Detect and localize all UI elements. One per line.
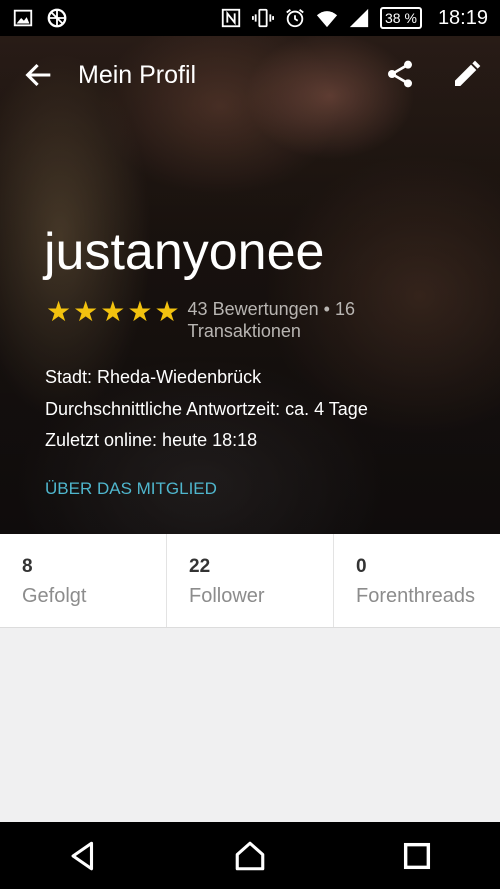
battery-indicator: 38 % — [380, 7, 422, 29]
rating-stars: ★ ★ ★ ★ ★ — [46, 298, 180, 342]
status-bar: 38 % 18:19 — [0, 0, 500, 36]
stat-followers[interactable]: 22 Follower — [166, 534, 333, 627]
stat-forum-threads[interactable]: 0 Forenthreads — [333, 534, 500, 627]
nav-back-icon[interactable] — [66, 839, 100, 873]
page-title: Mein Profil — [78, 61, 197, 89]
stats-row: 8 Gefolgt 22 Follower 0 Forenthreads — [0, 534, 500, 628]
star-icon: ★ — [127, 296, 153, 327]
rating-summary: 43 Bewertungen • 16 Transaktionen — [187, 299, 355, 341]
signal-icon — [349, 8, 369, 28]
wifi-icon — [316, 11, 338, 28]
vpn-icon — [47, 8, 67, 28]
last-online-info: Zuletzt online: heute 18:18 — [45, 430, 258, 450]
stat-label: Gefolgt — [22, 585, 87, 607]
star-icon: ★ — [100, 296, 126, 327]
image-icon — [13, 9, 33, 27]
stat-following[interactable]: 8 Gefolgt — [0, 534, 166, 627]
nfc-icon — [221, 8, 241, 28]
alarm-icon — [286, 9, 304, 28]
star-icon: ★ — [154, 296, 180, 327]
clock: 18:19 — [437, 6, 488, 29]
nav-home-icon[interactable] — [233, 839, 267, 873]
vibrate-icon — [252, 8, 275, 28]
arrow-back-icon[interactable] — [22, 58, 56, 92]
edit-pencil-icon[interactable] — [451, 58, 483, 90]
star-icon: ★ — [46, 296, 72, 327]
username: justanyonee — [44, 223, 325, 281]
star-icon: ★ — [73, 296, 99, 327]
navigation-bar — [0, 822, 500, 889]
stat-count: 22 — [189, 556, 211, 577]
nav-recents-icon[interactable] — [400, 839, 434, 873]
stat-label: Follower — [189, 585, 265, 607]
city-info: Stadt: Rheda-Wiedenbrück — [45, 367, 262, 387]
about-member-link[interactable]: ÜBER DAS MITGLIED — [45, 477, 217, 501]
stat-count: 8 — [22, 556, 33, 577]
share-icon[interactable] — [384, 58, 416, 90]
response-time-info: Durchschnittliche Antwortzeit: ca. 4 Tag… — [45, 399, 368, 419]
rating-row: ★ ★ ★ ★ ★ 43 Bewertungen • 16 Transaktio… — [46, 298, 398, 342]
toolbar: Mein Profil — [0, 36, 500, 112]
profile-header: Mein Profil justanyonee ★ ★ ★ ★ ★ 43 Bew… — [0, 36, 500, 534]
stat-label: Forenthreads — [356, 585, 475, 607]
stat-count: 0 — [356, 556, 367, 577]
